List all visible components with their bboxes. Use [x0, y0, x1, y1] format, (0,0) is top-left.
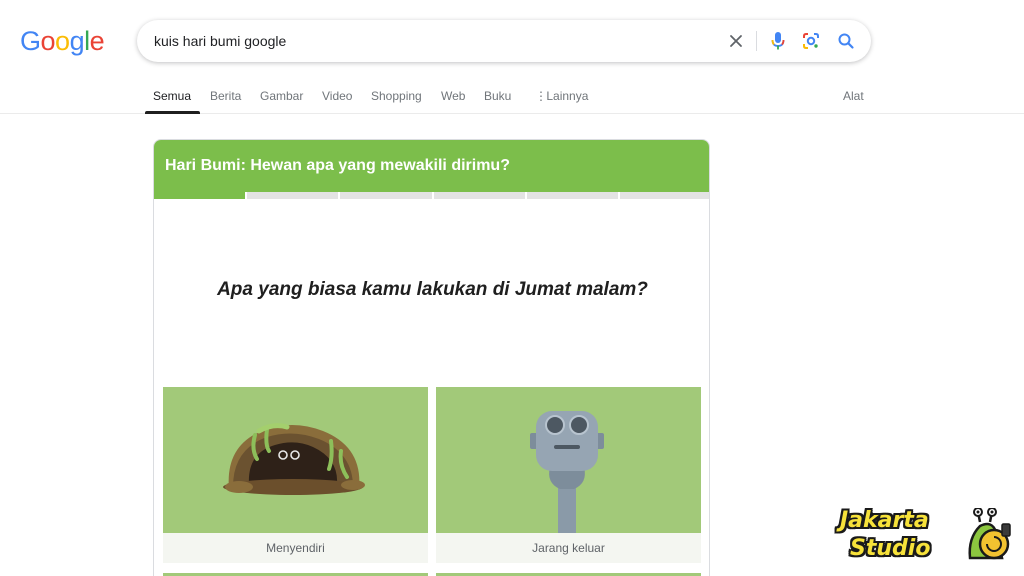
- tab-web[interactable]: Web: [441, 89, 465, 103]
- search-tabs: Semua Berita Gambar Video Shopping Web B…: [0, 84, 1024, 114]
- logo-letter: e: [89, 26, 105, 56]
- quiz-option-rarely-out[interactable]: Jarang keluar: [436, 387, 701, 563]
- search-results-page: Google kuis hari bumi google Semua Berit…: [0, 0, 1024, 576]
- snail-mascot-icon: [966, 507, 1012, 569]
- quiz-progress-bar: [154, 192, 709, 199]
- option-label: Menyendiri: [163, 533, 428, 563]
- logo-letter: o: [40, 26, 56, 56]
- logo-letter: o: [55, 26, 70, 56]
- progress-segment: [154, 192, 246, 199]
- search-icon[interactable]: [834, 29, 858, 53]
- option-label: Jarang keluar: [436, 533, 701, 563]
- jakarta-studio-watermark: Jakarta Studio: [836, 506, 1016, 568]
- watermark-line-1: Jakarta: [840, 508, 929, 533]
- quiz-option-alone[interactable]: Menyendiri: [163, 387, 428, 563]
- microphone-icon[interactable]: [766, 29, 790, 53]
- tab-shopping[interactable]: Shopping: [371, 89, 422, 103]
- progress-segment: [526, 192, 618, 199]
- tab-all[interactable]: Semua: [153, 89, 191, 103]
- tab-books[interactable]: Buku: [484, 89, 511, 103]
- quiz-title: Hari Bumi: Hewan apa yang mewakili dirim…: [165, 157, 510, 174]
- quiz-header: Hari Bumi: Hewan apa yang mewakili dirim…: [154, 140, 709, 192]
- search-bar[interactable]: kuis hari bumi google: [137, 20, 871, 62]
- progress-segment: [340, 192, 432, 199]
- earth-day-quiz-card: Hari Bumi: Hewan apa yang mewakili dirim…: [153, 139, 710, 576]
- google-logo[interactable]: Google: [20, 26, 105, 57]
- tab-videos[interactable]: Video: [322, 89, 352, 103]
- tab-more[interactable]: ⋮ Lainnya: [535, 89, 588, 103]
- logo-letter: G: [20, 26, 41, 56]
- lens-camera-icon[interactable]: [799, 29, 823, 53]
- tab-images[interactable]: Gambar: [260, 89, 303, 103]
- watermark-line-2: Studio: [850, 536, 931, 561]
- clear-icon[interactable]: [724, 29, 748, 53]
- search-input[interactable]: kuis hari bumi google: [154, 33, 286, 49]
- progress-segment: [247, 192, 339, 199]
- quiz-question: Apa yang biasa kamu lakukan di Jumat mal…: [217, 279, 648, 300]
- tab-news[interactable]: Berita: [210, 89, 241, 103]
- progress-segment: [619, 192, 709, 199]
- search-divider: [756, 31, 757, 51]
- progress-segment: [433, 192, 525, 199]
- more-vert-icon: ⋮: [535, 89, 547, 103]
- active-tab-indicator: [145, 111, 200, 114]
- binocular-viewer-icon: [436, 387, 701, 533]
- tools-button[interactable]: Alat: [843, 89, 864, 103]
- tab-more-label: Lainnya: [546, 89, 589, 103]
- burrow-with-eyes-icon: [163, 387, 428, 533]
- logo-letter: g: [69, 26, 85, 56]
